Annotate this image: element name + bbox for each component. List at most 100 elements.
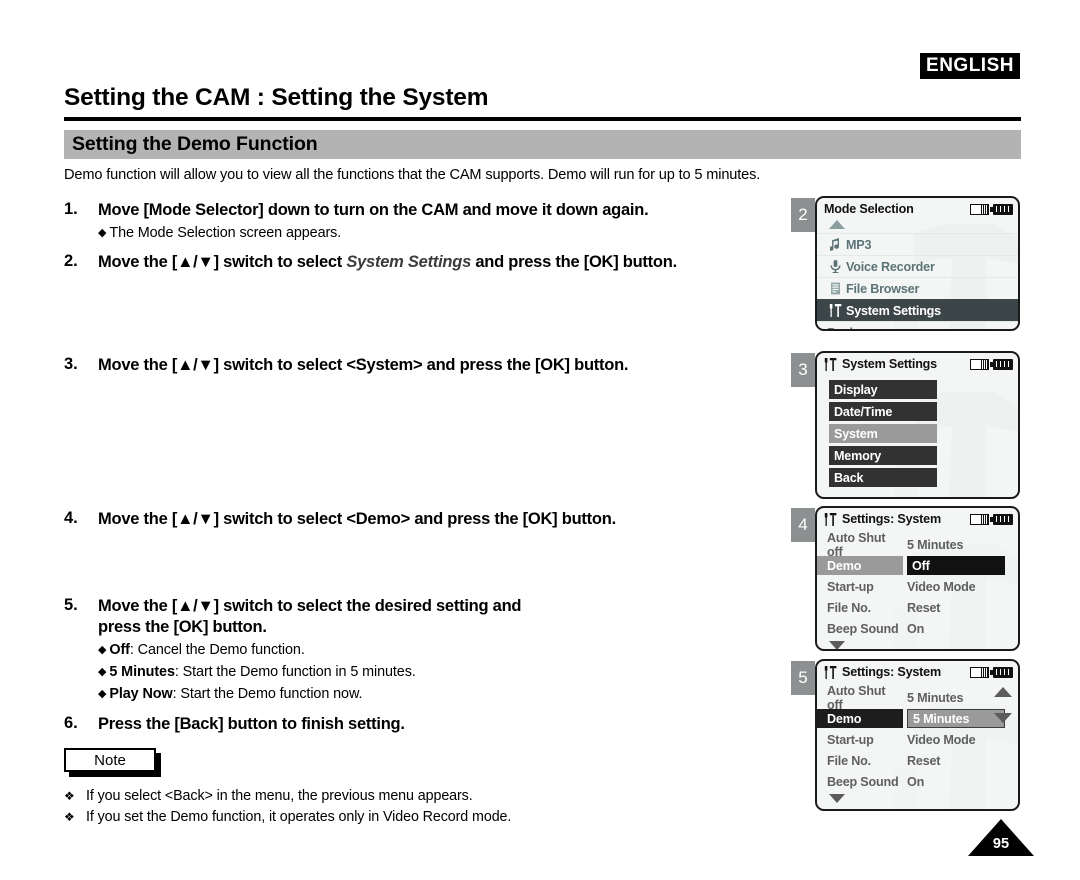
step-number: 4. bbox=[64, 509, 78, 527]
lcd-status-icons bbox=[970, 666, 1013, 678]
scroll-up-arrow-icon[interactable] bbox=[994, 687, 1012, 697]
note-label: Note bbox=[64, 748, 156, 772]
step-number: 3. bbox=[64, 355, 78, 373]
setting-key: File No. bbox=[827, 753, 871, 768]
setting-value: Video Mode bbox=[907, 732, 976, 747]
page-title: Setting the CAM : Setting the System bbox=[64, 84, 489, 111]
lcd-title: System Settings bbox=[842, 357, 937, 371]
setting-key: Auto Shut off bbox=[827, 683, 886, 712]
menu-item-system-settings[interactable]: System Settings bbox=[817, 299, 1018, 321]
note-line: ❖ If you select <Back> in the menu, the p… bbox=[64, 788, 473, 804]
step-subnote: ◆ Play Now: Start the Demo function now. bbox=[98, 686, 363, 702]
step-subnote: ◆ The Mode Selection screen appears. bbox=[98, 225, 342, 241]
setting-row-demo[interactable]: Demo 5 Minutes bbox=[817, 708, 1018, 729]
setting-value[interactable]: Off bbox=[907, 556, 1005, 575]
scroll-down-arrow-icon[interactable] bbox=[817, 794, 1018, 809]
scroll-down-arrow-icon[interactable] bbox=[994, 713, 1012, 723]
setting-key: Beep Sound bbox=[827, 621, 899, 636]
lcd-panel-settings-system-5min: Settings: System Auto Shut off 5 Minutes… bbox=[815, 659, 1020, 811]
diamond-icon: ◆ bbox=[98, 644, 107, 656]
lcd-status-icons bbox=[970, 203, 1013, 215]
step-subnote: ◆ Off: Cancel the Demo function. bbox=[98, 642, 305, 658]
menu-item-mp3[interactable]: MP3 bbox=[817, 233, 1018, 255]
lcd-status-icons bbox=[970, 513, 1013, 525]
note-bullet-icon: ❖ bbox=[64, 789, 75, 803]
setting-value[interactable]: 5 Minutes bbox=[907, 709, 1005, 728]
setting-value: Video Mode bbox=[907, 579, 976, 594]
music-note-icon bbox=[827, 238, 844, 251]
step-subnote: ◆ 5 Minutes: Start the Demo function in 5… bbox=[98, 664, 416, 680]
lcd-title: Mode Selection bbox=[824, 202, 914, 216]
battery-icon bbox=[990, 358, 1013, 370]
setting-key: Start-up bbox=[827, 732, 874, 747]
note-bullet-icon: ❖ bbox=[64, 810, 75, 824]
setting-key: Beep Sound bbox=[827, 774, 899, 789]
step-text: Press the [Back] button to finish settin… bbox=[98, 715, 405, 733]
battery-icon bbox=[990, 203, 1013, 215]
scroll-down-arrow-icon[interactable] bbox=[817, 641, 1018, 649]
tools-icon bbox=[827, 304, 844, 317]
step-4: 4. Move the [▲/▼] switch to select <Demo… bbox=[64, 509, 616, 530]
battery-icon bbox=[990, 513, 1013, 525]
lcd-status-icons bbox=[970, 358, 1013, 370]
menu-item-voice-recorder[interactable]: Voice Recorder bbox=[817, 255, 1018, 277]
lcd-titlebar: System Settings bbox=[817, 353, 1018, 375]
lcd-titlebar: Settings: System bbox=[817, 661, 1018, 683]
lcd-panel-settings-system-off: Settings: System Auto Shut off 5 Minutes… bbox=[815, 506, 1020, 651]
settings-button-display[interactable]: Display bbox=[829, 380, 937, 399]
lcd-title: Settings: System bbox=[842, 665, 941, 679]
setting-row-beep-sound[interactable]: Beep Sound On bbox=[817, 618, 1018, 639]
step-number: 2. bbox=[64, 252, 78, 270]
setting-row-auto-shut-off[interactable]: Auto Shut off 5 Minutes bbox=[817, 531, 1018, 559]
page-number: 95 bbox=[968, 819, 1034, 856]
diamond-icon: ◆ bbox=[98, 666, 107, 678]
step-1: 1. Move [Mode Selector] down to turn on … bbox=[64, 200, 649, 243]
step-text: Move the [▲/▼] switch to select <Demo> a… bbox=[98, 510, 616, 528]
step-text: Move the [▲/▼] switch to select the desi… bbox=[98, 597, 522, 615]
setting-value: On bbox=[907, 774, 925, 789]
tools-icon bbox=[824, 665, 839, 679]
intro-paragraph: Demo function will allow you to view all… bbox=[64, 167, 761, 183]
menu-item-back[interactable]: Back bbox=[817, 321, 1018, 330]
settings-button-system[interactable]: System bbox=[829, 424, 937, 443]
menu-item-label: Back bbox=[827, 326, 857, 330]
settings-table: Auto Shut off 5 Minutes Demo Off Start-u… bbox=[817, 530, 1018, 641]
setting-key: File No. bbox=[827, 600, 871, 615]
scroll-up-arrow-icon[interactable] bbox=[817, 220, 1018, 233]
value-scroll-arrows[interactable] bbox=[994, 687, 1012, 723]
panel-step-badge-2: 2 bbox=[791, 198, 815, 232]
step-6: 6. Press the [Back] button to finish set… bbox=[64, 714, 405, 735]
setting-key: Demo bbox=[817, 709, 903, 728]
microphone-icon bbox=[827, 260, 844, 273]
setting-value: 5 Minutes bbox=[907, 537, 964, 552]
memory-card-icon bbox=[970, 666, 989, 678]
menu-item-file-browser[interactable]: File Browser bbox=[817, 277, 1018, 299]
lcd-titlebar: Mode Selection bbox=[817, 198, 1018, 220]
setting-row-start-up[interactable]: Start-up Video Mode bbox=[817, 729, 1018, 750]
settings-button-memory[interactable]: Memory bbox=[829, 446, 937, 465]
memory-card-icon bbox=[970, 358, 989, 370]
setting-key: Auto Shut off bbox=[827, 530, 886, 559]
step-number: 5. bbox=[64, 596, 78, 614]
setting-row-start-up[interactable]: Start-up Video Mode bbox=[817, 576, 1018, 597]
setting-row-demo[interactable]: Demo Off bbox=[817, 555, 1018, 576]
panel-step-badge-5: 5 bbox=[791, 661, 815, 695]
menu-item-label: MP3 bbox=[846, 237, 872, 252]
setting-row-file-no[interactable]: File No. Reset bbox=[817, 750, 1018, 771]
memory-card-icon bbox=[970, 513, 989, 525]
step-text-line2: press the [OK] button. bbox=[98, 618, 267, 636]
menu-item-label: File Browser bbox=[846, 281, 920, 296]
step-number: 1. bbox=[64, 200, 78, 218]
language-badge: ENGLISH bbox=[920, 53, 1020, 79]
step-text: Move the [▲/▼] switch to select <System>… bbox=[98, 356, 629, 374]
settings-button-date-time[interactable]: Date/Time bbox=[829, 402, 937, 421]
settings-button-back[interactable]: Back bbox=[829, 468, 937, 487]
step-3: 3. Move the [▲/▼] switch to select <Syst… bbox=[64, 355, 629, 376]
setting-row-beep-sound[interactable]: Beep Sound On bbox=[817, 771, 1018, 792]
setting-row-auto-shut-off[interactable]: Auto Shut off 5 Minutes bbox=[817, 684, 1018, 712]
step-2: 2. Move the [▲/▼] switch to select Syste… bbox=[64, 252, 677, 273]
lcd-title: Settings: System bbox=[842, 512, 941, 526]
diamond-icon: ◆ bbox=[98, 227, 107, 239]
memory-card-icon bbox=[970, 203, 989, 215]
setting-row-file-no[interactable]: File No. Reset bbox=[817, 597, 1018, 618]
